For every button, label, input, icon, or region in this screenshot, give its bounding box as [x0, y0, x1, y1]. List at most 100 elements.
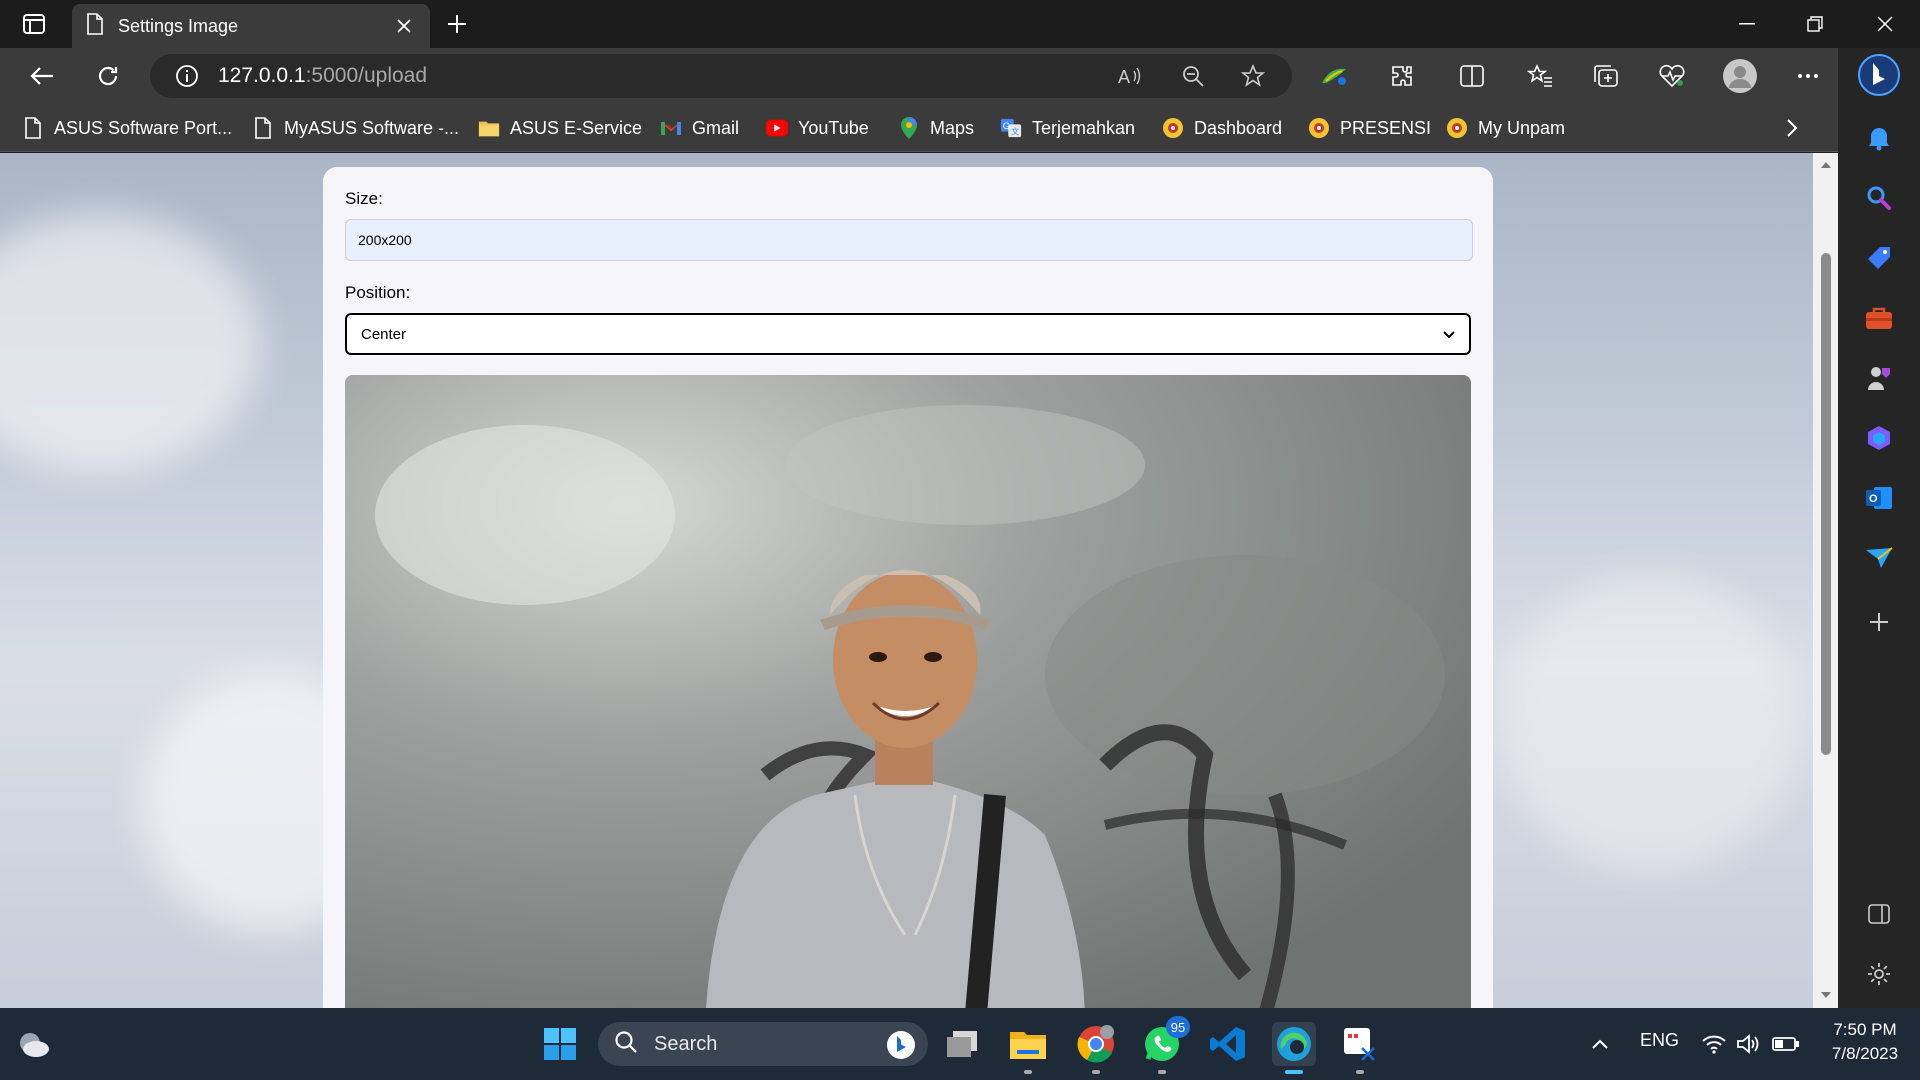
scroll-up-icon[interactable] — [1820, 161, 1832, 169]
favorite-item[interactable]: ASUS Software Port... — [22, 114, 232, 142]
add-sidebar-app-icon[interactable] — [1859, 602, 1899, 642]
close-window-button[interactable] — [1852, 0, 1918, 48]
games-icon[interactable] — [1859, 358, 1899, 398]
collections-icon[interactable] — [1586, 58, 1626, 94]
favorite-item[interactable]: Maps — [898, 114, 974, 142]
search-icon[interactable] — [1859, 178, 1899, 218]
system-clock[interactable]: 7:50 PM 7/8/2023 — [1820, 1018, 1910, 1066]
page-icon — [22, 117, 44, 139]
translate-icon: G文 — [1000, 117, 1022, 139]
favorite-item[interactable]: ASUS E-Service — [478, 114, 642, 142]
page-icon — [86, 12, 104, 40]
search-placeholder: Search — [654, 1032, 718, 1055]
bing-chat-icon[interactable] — [1854, 50, 1904, 100]
favorite-label: YouTube — [798, 117, 869, 138]
folder-icon — [478, 117, 500, 139]
vscode-icon[interactable] — [1206, 1022, 1250, 1066]
clock-date: 7/8/2023 — [1831, 1044, 1899, 1063]
zoom-out-icon[interactable] — [1178, 62, 1208, 90]
svg-text:文: 文 — [1011, 126, 1019, 136]
position-select[interactable]: Center — [345, 313, 1471, 355]
tab-bar: Settings Image — [0, 0, 1920, 48]
favorites-bar: ASUS Software Port... MyASUS Software -.… — [0, 104, 1856, 152]
extensions-icon[interactable] — [1382, 58, 1422, 94]
favorite-item[interactable]: My Unpam — [1446, 114, 1565, 142]
back-button[interactable] — [22, 58, 62, 94]
outlook-icon[interactable]: O — [1859, 478, 1899, 518]
favorite-item[interactable]: Dashboard — [1162, 114, 1282, 142]
task-view-icon[interactable] — [940, 1022, 984, 1066]
chrome-icon[interactable] — [1074, 1022, 1118, 1074]
browser-toolbar: 127.0.0.1:5000/upload A — [0, 48, 1856, 104]
url-path: :5000/upload — [305, 64, 428, 87]
scroll-down-icon[interactable] — [1820, 991, 1832, 999]
notification-badge: 95 — [1166, 1016, 1190, 1038]
favorite-item[interactable]: Gmail — [660, 114, 739, 142]
favorite-item[interactable]: G文 Terjemahkan — [1000, 114, 1135, 142]
sidebar-settings-gear-icon[interactable] — [1859, 954, 1899, 994]
start-windows-icon[interactable] — [538, 1022, 582, 1066]
more-menu-icon[interactable] — [1788, 58, 1828, 94]
battery-icon[interactable] — [1764, 1022, 1808, 1066]
browser-essentials-icon[interactable] — [1652, 58, 1692, 94]
running-indicator — [1356, 1070, 1364, 1074]
new-tab-button[interactable] — [440, 10, 474, 38]
photo-illustration — [345, 375, 1471, 1008]
file-explorer-icon[interactable] — [1006, 1022, 1050, 1074]
address-bar[interactable]: 127.0.0.1:5000/upload A — [150, 54, 1292, 98]
drop-send-icon[interactable] — [1859, 538, 1899, 578]
shopping-tag-icon[interactable] — [1859, 238, 1899, 278]
page-scrollbar[interactable] — [1813, 153, 1838, 1008]
favorite-label: MyASUS Software -... — [284, 117, 460, 138]
edge-icon[interactable] — [1272, 1022, 1316, 1074]
windows-taskbar: Search 95 ENG 7:50 PM 7/8/2023 — [0, 1008, 1920, 1080]
snipping-tool-icon[interactable] — [1338, 1022, 1382, 1074]
unpam-icon — [1162, 117, 1184, 139]
bing-icon[interactable] — [886, 1030, 916, 1065]
split-screen-icon[interactable] — [1452, 58, 1492, 94]
maps-icon — [898, 117, 920, 139]
tools-briefcase-icon[interactable] — [1859, 298, 1899, 338]
settings-form-card: Size: 200x200 Position: Center — [323, 167, 1493, 1008]
favorite-item[interactable]: YouTube — [766, 114, 869, 142]
read-aloud-icon[interactable]: A — [1116, 62, 1146, 90]
profile-avatar[interactable] — [1720, 58, 1760, 94]
notifications-bell-icon[interactable] — [1859, 118, 1899, 158]
favorites-icon[interactable] — [1520, 58, 1560, 94]
gmail-icon — [660, 117, 682, 139]
whatsapp-icon[interactable]: 95 — [1140, 1016, 1190, 1074]
taskbar-search-box[interactable]: Search — [598, 1022, 928, 1066]
extension-feather-icon[interactable] — [1314, 58, 1354, 94]
favorite-item[interactable]: PRESENSI — [1308, 114, 1431, 142]
url-text[interactable]: 127.0.0.1:5000/upload — [218, 64, 427, 88]
close-tab-icon[interactable] — [392, 14, 416, 38]
svg-text:O: O — [1869, 493, 1878, 505]
minimize-button[interactable] — [1714, 0, 1780, 48]
active-tab[interactable]: Settings Image — [72, 4, 430, 48]
search-icon — [614, 1030, 638, 1059]
microsoft365-icon[interactable] — [1859, 418, 1899, 458]
favorite-label: ASUS E-Service — [510, 117, 643, 138]
site-info-icon[interactable] — [174, 63, 200, 89]
favorite-star-icon[interactable] — [1238, 62, 1268, 90]
favorite-label: ASUS Software Port... — [54, 117, 233, 138]
clock-time: 7:50 PM — [1833, 1020, 1897, 1039]
position-selected-value: Center — [361, 325, 407, 343]
tab-actions-icon[interactable] — [18, 10, 50, 38]
size-input[interactable]: 200x200 — [345, 219, 1473, 261]
show-hidden-icons-chevron-icon[interactable] — [1578, 1022, 1622, 1066]
uploaded-photo-preview — [345, 375, 1471, 1008]
favorite-item[interactable]: MyASUS Software -... — [252, 114, 459, 142]
unpam-icon — [1308, 117, 1330, 139]
favorite-label: Gmail — [692, 117, 740, 138]
hide-sidebar-icon[interactable] — [1859, 894, 1899, 934]
restore-button[interactable] — [1782, 0, 1848, 48]
favorites-overflow-chevron-icon[interactable] — [1786, 114, 1798, 142]
scrollbar-thumb[interactable] — [1821, 253, 1831, 755]
favorite-label: My Unpam — [1478, 117, 1566, 138]
svg-text:A: A — [1118, 67, 1130, 87]
refresh-button[interactable] — [88, 58, 128, 94]
favorite-label: Dashboard — [1194, 117, 1283, 138]
weather-icon[interactable] — [12, 1022, 56, 1066]
language-indicator[interactable]: ENG — [1640, 1030, 1679, 1051]
